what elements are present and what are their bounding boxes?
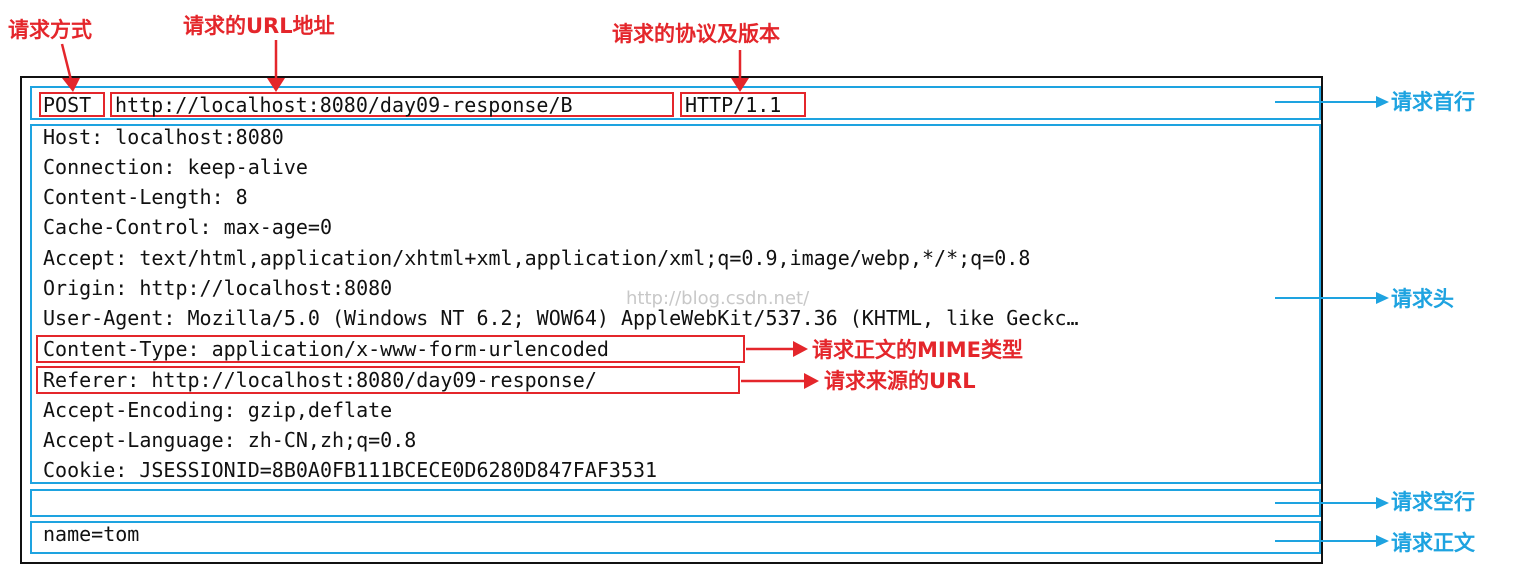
- url-arrow-head: [267, 78, 285, 92]
- protocol-arrow-head: [731, 78, 749, 92]
- blank-line-arrow-head: [1376, 497, 1389, 509]
- body-arrow-head: [1376, 535, 1389, 547]
- content-type-arrow-head: [793, 341, 808, 357]
- http-request-diagram: 请求方式 请求的URL地址 请求的协议及版本 POST http://local…: [0, 0, 1515, 573]
- referer-arrow-head: [804, 373, 819, 389]
- arrows-layer: [60, 40, 1389, 547]
- headers-arrow-head: [1376, 292, 1389, 304]
- request-line-arrow-head: [1376, 96, 1389, 108]
- method-arrow-head: [62, 78, 80, 92]
